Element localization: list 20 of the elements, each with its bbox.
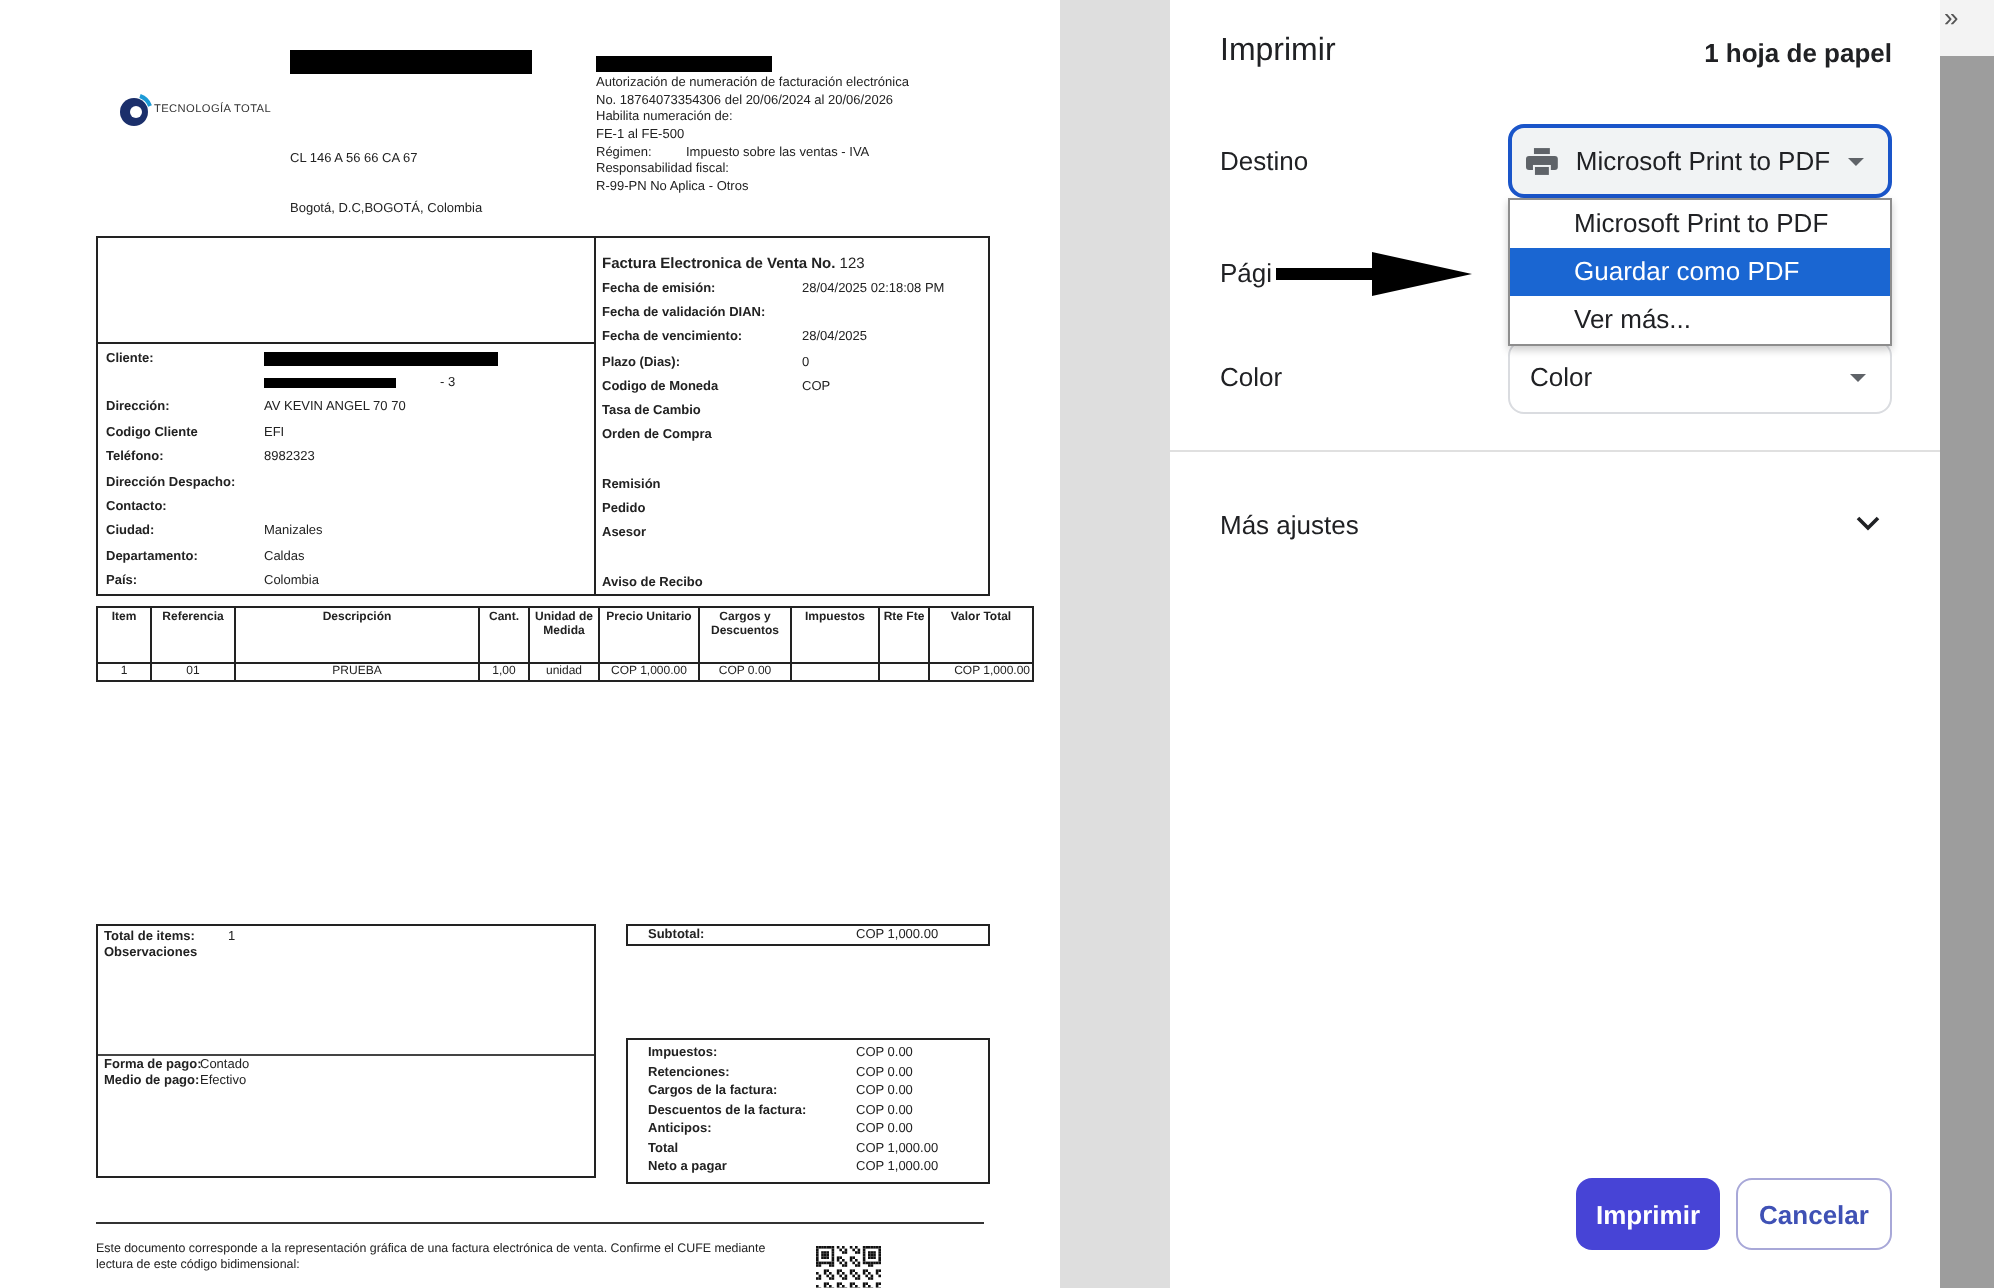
setting-label: Destino: [1220, 146, 1311, 176]
overflow-button[interactable]: »: [1944, 2, 1959, 32]
dialog-title: Imprimir: [1220, 34, 1336, 70]
menu-option[interactable]: Ver más...: [1510, 296, 1890, 344]
redaction-bar: [264, 378, 396, 389]
menu-option[interactable]: Microsoft Print to PDF: [1510, 200, 1890, 248]
caret-icon: [1850, 373, 1866, 381]
sheet-count: 1 hoja de papel: [1704, 37, 1892, 67]
caret-icon: [1848, 157, 1864, 165]
setting-label: Color: [1220, 362, 1285, 392]
cancel-button[interactable]: Cancelar: [1736, 1178, 1892, 1250]
printer-icon: [1526, 147, 1558, 175]
dropdown[interactable]: Microsoft Print to PDF: [1508, 124, 1892, 198]
dropdown[interactable]: Color: [1508, 340, 1892, 414]
menu-option[interactable]: Guardar como PDF: [1510, 248, 1890, 296]
qr-code-drawing: [816, 1246, 882, 1288]
setting-label: Pági: [1220, 258, 1273, 288]
logo-icon: [116, 92, 152, 128]
print-button[interactable]: Imprimir: [1576, 1178, 1720, 1250]
more-settings-row[interactable]: Más ajustes: [1220, 452, 1892, 596]
